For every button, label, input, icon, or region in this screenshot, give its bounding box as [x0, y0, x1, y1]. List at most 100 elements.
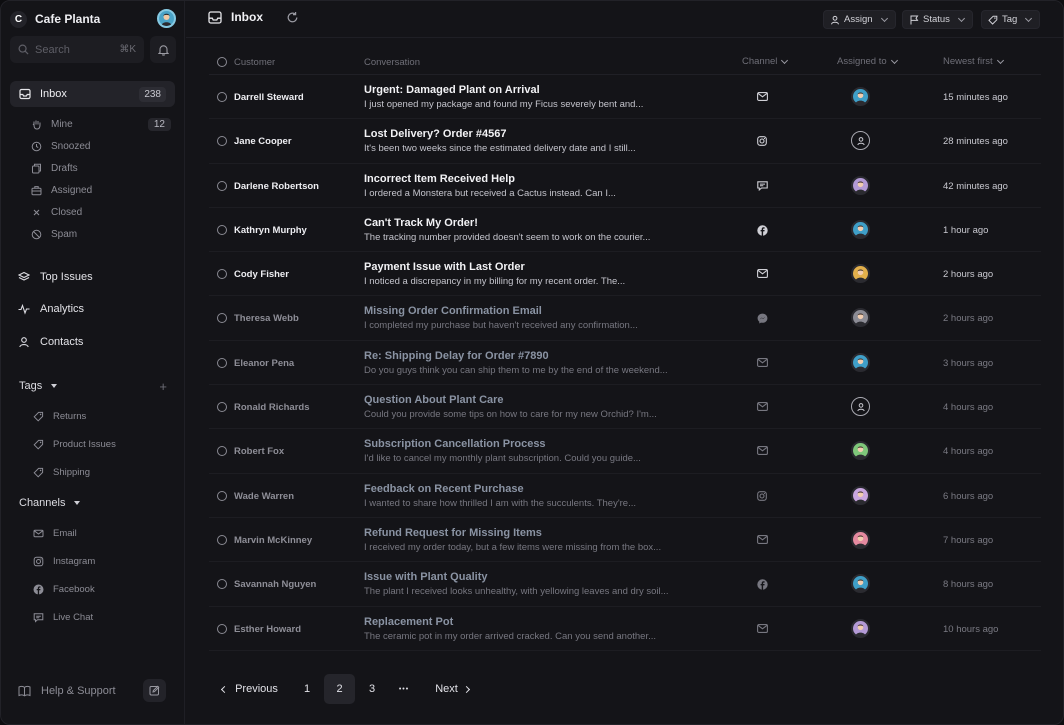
sidebar-channel-instagram[interactable]: Instagram — [33, 551, 163, 571]
customer-name: Darrell Steward — [234, 92, 304, 103]
page-2-button[interactable]: 2 — [324, 674, 355, 704]
table-row[interactable]: Marvin McKinney Refund Request for Missin… — [209, 518, 1041, 563]
row-select-radio[interactable] — [217, 490, 227, 501]
sidebar-item-spam[interactable]: Spam — [31, 224, 171, 244]
sidebar-item-label: Assigned — [51, 184, 93, 196]
row-select-radio[interactable] — [217, 402, 227, 413]
mail-icon — [757, 269, 768, 279]
mail-icon — [757, 535, 768, 544]
sidebar-tag-returns[interactable]: Returns — [33, 406, 163, 426]
assignee-avatar[interactable] — [851, 618, 870, 638]
clock-icon — [31, 141, 42, 151]
assignee-avatar[interactable] — [851, 87, 870, 106]
assign-dropdown[interactable]: Assign — [823, 10, 896, 29]
row-select-radio[interactable] — [217, 579, 227, 590]
select-all-radio[interactable] — [217, 57, 227, 67]
row-select-radio[interactable] — [217, 357, 227, 368]
table-row[interactable]: Wade Warren Feedback on Recent Purchase I … — [209, 474, 1041, 518]
sidebar-item-inbox[interactable]: Inbox 238 — [10, 81, 175, 107]
sidebar-item-label: Snoozed — [51, 140, 91, 152]
assignee-avatar[interactable] — [851, 529, 870, 549]
assignee-avatar[interactable] — [851, 219, 870, 239]
assignee-avatar[interactable] — [851, 352, 870, 372]
row-select-radio[interactable] — [217, 623, 227, 634]
assignee-avatar[interactable] — [851, 308, 870, 328]
assigned-to-cell — [851, 175, 870, 195]
conversation-cell: Issue with Plant Quality The plant I rece… — [364, 571, 714, 597]
assignee-avatar[interactable] — [851, 264, 870, 284]
conversation-subject: Feedback on Recent Purchase — [364, 482, 524, 495]
sidebar-item-snoozed[interactable]: Snoozed — [31, 136, 171, 156]
sidebar-tag-product-issues[interactable]: Product Issues — [33, 434, 163, 454]
next-page-button[interactable]: Next — [431, 674, 473, 704]
row-select-radio[interactable] — [217, 180, 227, 191]
timestamp: 2 hours ago — [943, 269, 994, 281]
table-row[interactable]: Darrell Steward Urgent: Damaged Plant on … — [209, 75, 1041, 120]
header-channel[interactable]: Channel — [742, 56, 789, 67]
header-assigned[interactable]: Assigned to — [837, 56, 899, 67]
page-1-button[interactable]: 1 — [293, 674, 321, 704]
table-row[interactable]: Eleanor Pena Re: Shipping Delay for Order… — [209, 341, 1041, 386]
sidebar-item-mine[interactable]: Mine 12 — [31, 114, 171, 134]
channels-group-toggle[interactable]: Channels — [19, 493, 167, 513]
sort-dropdown[interactable]: Newest first — [943, 56, 1005, 67]
refresh-icon — [287, 12, 298, 23]
sidebar-channel-facebook[interactable]: Facebook — [33, 579, 163, 599]
sidebar-item-top-issues[interactable]: Top Issues — [18, 266, 168, 288]
unassigned-avatar[interactable] — [851, 131, 870, 151]
chat-icon — [33, 612, 44, 623]
table-row[interactable]: Cody Fisher Payment Issue with Last Order… — [209, 252, 1041, 297]
mail-icon — [757, 92, 768, 101]
sidebar-item-drafts[interactable]: Drafts — [31, 158, 171, 178]
search-input[interactable]: Search ⌘K — [10, 36, 144, 63]
timestamp: 15 minutes ago — [943, 92, 1008, 103]
table-row[interactable]: Theresa Webb Missing Order Confirmation E… — [209, 296, 1041, 341]
page-3-button[interactable]: 3 — [358, 674, 386, 704]
user-avatar[interactable] — [157, 9, 176, 28]
sidebar-item-analytics[interactable]: Analytics — [18, 298, 168, 320]
row-select-radio[interactable] — [217, 92, 227, 102]
add-tag-button[interactable]: + — [159, 379, 167, 394]
previous-page-button[interactable]: Previous — [219, 674, 281, 704]
conversation-subject: Can't Track My Order! — [364, 216, 478, 229]
sidebar-item-contacts[interactable]: Contacts — [18, 331, 168, 353]
compose-button[interactable] — [143, 679, 166, 702]
conversation-cell: Question About Plant Care Could you provi… — [364, 394, 714, 420]
customer-name: Cody Fisher — [234, 269, 289, 281]
table-row[interactable]: Robert Fox Subscription Cancellation Proc… — [209, 429, 1041, 474]
timestamp: 7 hours ago — [943, 534, 994, 546]
row-select-radio[interactable] — [217, 224, 227, 235]
status-dropdown[interactable]: Status — [902, 10, 973, 29]
sidebar-item-label: Inbox — [40, 88, 67, 100]
sidebar-item-assigned[interactable]: Assigned — [31, 180, 171, 200]
table-row[interactable]: Esther Howard Replacement Pot The ceramic … — [209, 607, 1041, 651]
search-shortcut: ⌘K — [119, 44, 136, 55]
table-row[interactable]: Darlene Robertson Incorrect Item Received… — [209, 164, 1041, 208]
sidebar-channel-email[interactable]: Email — [33, 523, 163, 543]
assignee-avatar[interactable] — [851, 574, 870, 594]
table-row[interactable]: Jane Cooper Lost Delivery? Order #4567 It'… — [209, 119, 1041, 164]
table-row[interactable]: Savannah Nguyen Issue with Plant Quality T… — [209, 562, 1041, 607]
tag-dropdown[interactable]: Tag — [981, 10, 1041, 29]
assignee-avatar[interactable] — [851, 441, 870, 461]
customer-name: Darlene Robertson — [234, 180, 319, 192]
workspace-switcher[interactable]: C Cafe Planta — [10, 9, 100, 29]
assignee-avatar[interactable] — [851, 485, 870, 505]
tags-group-toggle[interactable]: Tags + — [19, 376, 167, 396]
sidebar-tag-shipping[interactable]: Shipping — [33, 462, 163, 482]
sidebar-channel-live-chat[interactable]: Live Chat — [33, 607, 163, 627]
table-row[interactable]: Ronald Richards Question About Plant Care… — [209, 385, 1041, 430]
unassigned-avatar[interactable] — [851, 397, 870, 417]
row-select-radio[interactable] — [217, 136, 227, 147]
inbox-icon — [208, 10, 222, 24]
notifications-button[interactable] — [150, 36, 176, 63]
row-select-radio[interactable] — [217, 313, 227, 324]
sidebar-item-closed[interactable]: Closed — [31, 202, 171, 222]
refresh-button[interactable] — [286, 11, 299, 24]
table-row[interactable]: Kathryn Murphy Can't Track My Order! The t… — [209, 208, 1041, 253]
row-select-radio[interactable] — [217, 446, 227, 457]
timestamp: 4 hours ago — [943, 402, 994, 414]
row-select-radio[interactable] — [217, 534, 227, 545]
row-select-radio[interactable] — [217, 269, 227, 280]
assignee-avatar[interactable] — [851, 175, 870, 195]
